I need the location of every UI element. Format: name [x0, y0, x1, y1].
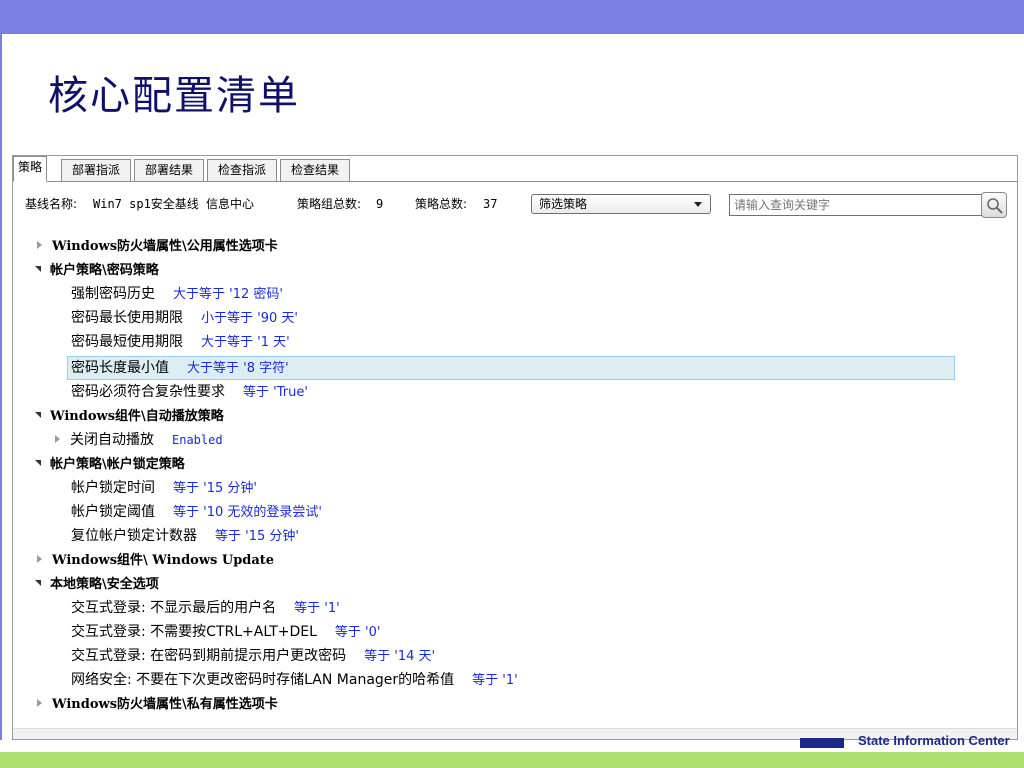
tree-item[interactable]: 帐户锁定阈值 等于 '10 无效的登录尝试' — [71, 500, 322, 524]
tree-item-value: Enabled — [172, 433, 223, 447]
collapse-arrow-icon[interactable] — [35, 266, 41, 272]
tree-item-label: 帐户锁定时间 — [71, 480, 155, 496]
footer-logo-text: State Information Center — [858, 733, 1010, 748]
search-button[interactable] — [981, 192, 1007, 218]
tree-item-value: 等于 'True' — [243, 385, 308, 400]
tree-item-label: 密码最长使用期限 — [71, 310, 183, 326]
tree-item[interactable]: 密码必须符合复杂性要求 等于 'True' — [71, 380, 308, 404]
tree-item-label: 帐户锁定阈值 — [71, 504, 155, 520]
policy-total-label: 策略总数: — [415, 197, 468, 211]
tree-group[interactable]: 本地策略\安全选项 — [35, 572, 159, 596]
policy-window: 策略 部署指派 部署结果 检查指派 检查结果 基线名称: Win7 sp1安全基… — [12, 155, 1018, 740]
baseline-label: 基线名称: — [25, 197, 78, 211]
tree-item-value: 等于 '10 无效的登录尝试' — [173, 505, 322, 520]
policy-total-value: 37 — [483, 197, 498, 211]
expand-arrow-icon[interactable] — [55, 435, 60, 443]
tab-bar: 策略 部署指派 部署结果 检查指派 检查结果 — [13, 156, 1017, 182]
tree-item[interactable]: 交互式登录: 在密码到期前提示用户更改密码 等于 '14 天' — [71, 644, 435, 668]
slide-title: 核心配置清单 — [48, 73, 300, 119]
tree-item-value: 大于等于 '12 密码' — [173, 287, 283, 302]
tree-item[interactable]: 关闭自动播放 Enabled — [55, 428, 223, 452]
tree-item-label: 密码必须符合复杂性要求 — [71, 384, 225, 400]
tree-item-label: 交互式登录: 在密码到期前提示用户更改密码 — [71, 648, 347, 664]
tree-item-value: 等于 '14 天' — [364, 649, 436, 664]
tree-item-value: 等于 '1' — [294, 601, 340, 616]
tree-item-selected[interactable]: 密码长度最小值 大于等于 '8 字符' — [67, 356, 955, 380]
tree-item-value: 大于等于 '8 字符' — [187, 361, 289, 376]
tree-item-value: 等于 '0' — [334, 625, 381, 640]
tree-item[interactable]: 网络安全: 不要在下次更改密码时存储LAN Manager的哈希值 等于 '1' — [71, 668, 518, 692]
filter-policy-select-label: 筛选策略 — [539, 197, 588, 211]
tab-policy[interactable]: 策略 — [13, 156, 47, 182]
tree-group-label: Windows防火墙属性\公用属性选项卡 — [52, 239, 278, 254]
chevron-down-icon — [694, 202, 702, 207]
tree-group-label: 帐户策略\密码策略 — [50, 263, 159, 278]
tree-item[interactable]: 交互式登录: 不显示最后的用户名 等于 '1' — [71, 596, 340, 620]
tab-check-result[interactable]: 检查结果 — [280, 159, 350, 181]
tree-item[interactable]: 复位帐户锁定计数器 等于 '15 分钟' — [71, 524, 299, 548]
slide-left-rule — [0, 34, 2, 740]
tree-group-label: Windows组件\ Windows Update — [52, 553, 275, 568]
policy-tree: Windows防火墙属性\公用属性选项卡 帐户策略\密码策略 强制密码历史大于等… — [13, 230, 1017, 728]
group-total-value: 9 — [376, 197, 384, 211]
tree-item-label: 交互式登录: 不显示最后的用户名 — [71, 600, 277, 616]
tree-group[interactable]: 帐户策略\密码策略 — [35, 258, 159, 282]
tab-check-assign[interactable]: 检查指派 — [207, 159, 277, 181]
tree-item[interactable]: 帐户锁定时间 等于 '15 分钟' — [71, 476, 257, 500]
tree-item-value: 小于等于 '90 天' — [201, 311, 298, 326]
tree-item[interactable]: 密码最短使用期限 大于等于 '1 天' — [71, 330, 290, 354]
expand-arrow-icon[interactable] — [37, 241, 42, 249]
tree-group[interactable]: 帐户策略\帐户锁定策略 — [35, 452, 185, 476]
tree-item-value: 大于等于 '1 天' — [201, 335, 290, 350]
tree-group-label: Windows防火墙属性\私有属性选项卡 — [52, 697, 278, 712]
tree-group-label: 本地策略\安全选项 — [50, 577, 159, 592]
search-input[interactable] — [729, 194, 983, 216]
tree-item-label: 复位帐户锁定计数器 — [71, 528, 197, 544]
tree-item-label: 强制密码历史 — [71, 286, 155, 302]
tree-group[interactable]: Windows组件\自动播放策略 — [35, 404, 224, 428]
collapse-arrow-icon[interactable] — [35, 412, 41, 418]
tree-item-label: 密码最短使用期限 — [71, 334, 183, 350]
logo-mark-icon — [800, 738, 844, 748]
expand-arrow-icon[interactable] — [37, 555, 42, 563]
tree-item-label: 密码长度最小值 — [71, 360, 169, 376]
expand-arrow-icon[interactable] — [37, 699, 42, 707]
filter-policy-select[interactable]: 筛选策略 — [531, 194, 711, 214]
tree-group[interactable]: Windows组件\ Windows Update — [37, 548, 274, 572]
tree-item-value: 等于 '1' — [472, 673, 518, 688]
search-icon — [987, 198, 1003, 214]
collapse-arrow-icon[interactable] — [35, 580, 41, 586]
collapse-arrow-icon[interactable] — [35, 460, 41, 466]
tree-group-label: 帐户策略\帐户锁定策略 — [50, 457, 185, 472]
tree-item-label: 关闭自动播放 — [70, 432, 154, 448]
tree-group[interactable]: Windows防火墙属性\公用属性选项卡 — [37, 234, 278, 258]
tree-group-label: Windows组件\自动播放策略 — [50, 409, 224, 424]
baseline-value: Win7 sp1安全基线 信息中心 — [93, 197, 255, 211]
tree-item[interactable]: 密码最长使用期限 小于等于 '90 天' — [71, 306, 298, 330]
footer-logo: State Information Center — [800, 733, 1024, 748]
tree-item[interactable]: 强制密码历史 大于等于 '12 密码' — [71, 282, 283, 306]
tree-item-label: 交互式登录: 不需要按CTRL+ALT+DEL — [71, 624, 317, 640]
footer-stripe-green — [0, 752, 1024, 768]
tree-item-value: 等于 '15 分钟' — [173, 481, 257, 496]
tab-deploy-assign[interactable]: 部署指派 — [61, 159, 131, 181]
tree-item-label: 网络安全: 不要在下次更改密码时存储LAN Manager的哈希值 — [71, 672, 455, 688]
tree-item[interactable]: 交互式登录: 不需要按CTRL+ALT+DEL 等于 '0' — [71, 620, 380, 644]
tree-group[interactable]: Windows防火墙属性\私有属性选项卡 — [37, 692, 278, 716]
tab-deploy-result[interactable]: 部署结果 — [134, 159, 204, 181]
tree-item-value: 等于 '15 分钟' — [215, 529, 299, 544]
group-total-label: 策略组总数: — [297, 197, 362, 211]
slide-top-bar — [0, 0, 1024, 34]
